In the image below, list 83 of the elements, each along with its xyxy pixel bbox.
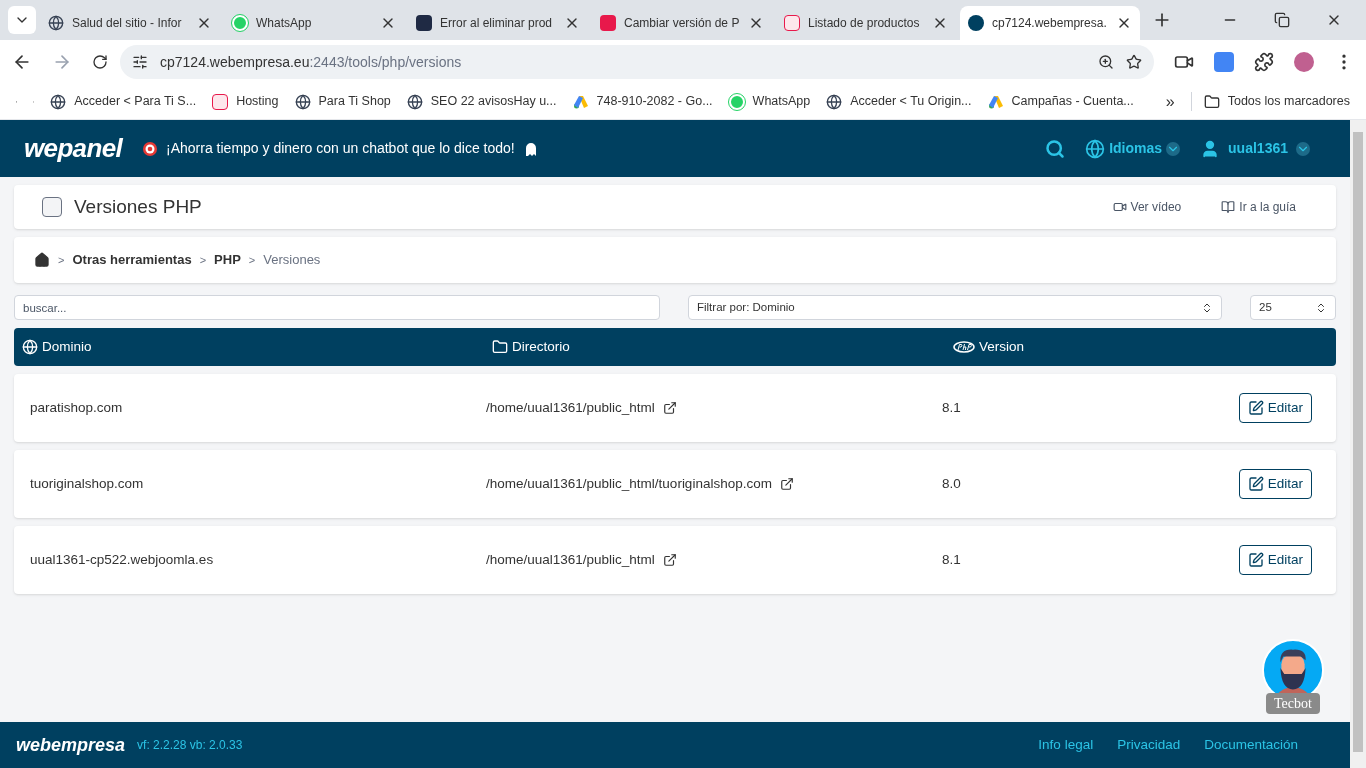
help-link[interactable]: Ver vídeo: [1112, 198, 1182, 216]
chevron-icon: [1296, 141, 1310, 156]
browser-tab[interactable]: Listado de productos: [776, 6, 956, 40]
version-cell-text: 8.1: [942, 398, 962, 417]
bookmark-item[interactable]: WhatsApp: [728, 92, 811, 111]
domain-cell-text: tuoriginalshop.com: [30, 474, 145, 493]
column-header: Version: [953, 336, 1328, 358]
webempresa-logo: webempresa: [16, 733, 126, 757]
edit-icon: [1247, 476, 1264, 492]
edit-icon: [1247, 552, 1264, 568]
footer-link[interactable]: Privacidad: [1117, 734, 1181, 756]
browser-tab[interactable]: WhatsApp: [224, 6, 404, 40]
footer-link[interactable]: Documentación: [1204, 734, 1298, 756]
php-logo-icon: [953, 341, 975, 353]
all-bookmarks-item[interactable]: Todos los marcadores: [1190, 92, 1350, 111]
filter-select[interactable]: Filtrar por: Dominio: [687, 295, 1223, 320]
chatbot-label: Tecbot: [1266, 693, 1320, 714]
external-link-icon[interactable]: [662, 553, 677, 567]
folder-icon: [1203, 93, 1220, 110]
scrollbar[interactable]: [1350, 120, 1366, 768]
search-field[interactable]: buscar...: [14, 295, 660, 320]
version-cell-text: 8.0: [942, 474, 962, 493]
more-bookmarks-button[interactable]: »: [1165, 89, 1175, 114]
triangle-logo-icon: [987, 93, 1004, 110]
user-menu[interactable]: uual1361: [1200, 138, 1310, 159]
edit-button[interactable]: Editar: [1238, 393, 1312, 423]
domain-cell-text: uual1361-cp522.webjoomla.es: [30, 550, 215, 569]
breadcrumb-current: Versiones: [263, 251, 321, 270]
page-size-select[interactable]: 25: [1250, 295, 1336, 320]
url-text: cp7124.webempresa.eu:2443/tools/php/versions: [160, 52, 463, 72]
browser-tab[interactable]: Salud del sitio - Infor: [40, 6, 220, 40]
browser-tab[interactable]: Cambiar versión de P: [592, 6, 772, 40]
external-link-icon[interactable]: [779, 477, 794, 491]
chevron-icon: [1166, 141, 1181, 156]
bookmark-item[interactable]: Para Ti Shop: [294, 92, 391, 111]
site-info-icon[interactable]: [132, 54, 148, 70]
promo-text[interactable]: ¡Ahorra tiempo y dinero con un chatbot que lo dice todo!: [166, 138, 515, 159]
bookmark-item[interactable]: Campañas - Cuenta...: [987, 92, 1134, 111]
bookmark-star-icon[interactable]: [1126, 54, 1142, 70]
breadcrumb-link[interactable]: Otras herramientas: [72, 250, 192, 270]
bookmark-item[interactable]: Acceder < Tu Origin...: [826, 92, 972, 111]
edit-icon: [1247, 400, 1264, 416]
bookmark-item[interactable]: SEO 22 avisosHay u...: [406, 92, 557, 111]
external-link-icon[interactable]: [662, 401, 677, 415]
home-icon[interactable]: [34, 252, 50, 268]
directory-cell-text: /home/uual1361/public_html: [486, 550, 655, 569]
page-title: Versiones PHP: [74, 194, 203, 219]
target-icon: [142, 140, 159, 157]
extensions-icon[interactable]: [1254, 52, 1274, 72]
languages-menu[interactable]: Idiomas: [1085, 138, 1181, 159]
bookmark-item[interactable]: Hosting: [212, 92, 279, 111]
reload-icon[interactable]: [92, 54, 108, 70]
select-arrows-icon: [1315, 301, 1327, 314]
browser-tab[interactable]: cp7124.webempresa.: [960, 6, 1140, 40]
book-icon: [1221, 200, 1236, 214]
column-header: Dominio: [22, 336, 492, 358]
directory-cell-text: /home/uual1361/public_html: [486, 398, 655, 417]
help-link[interactable]: Ir a la guía: [1221, 198, 1296, 216]
column-header: Directorio: [492, 336, 953, 358]
version-text: vf: 2.2.28 vb: 2.0.33: [137, 737, 244, 754]
wepanel-logo: wepanel: [24, 132, 123, 165]
zoom-icon[interactable]: [1098, 54, 1114, 70]
search-icon[interactable]: [1045, 138, 1066, 159]
triangle-logo-icon: [572, 93, 589, 110]
version-cell-text: 8.1: [942, 550, 962, 569]
edit-button[interactable]: Editar: [1238, 469, 1312, 499]
breadcrumb-link[interactable]: PHP: [214, 250, 241, 270]
address-bar[interactable]: cp7124.webempresa.eu:2443/tools/php/versions: [120, 45, 1154, 79]
edit-button[interactable]: Editar: [1238, 545, 1312, 575]
breadcrumb-separator: >: [199, 252, 207, 268]
profile-avatar-icon[interactable]: [1294, 52, 1314, 72]
breadcrumb-separator: >: [248, 252, 256, 268]
bookmark-item[interactable]: Acceder < Para Ti S...: [50, 92, 197, 111]
restore-icon[interactable]: [1274, 12, 1290, 28]
breadcrumb-separator: >: [58, 252, 65, 268]
domain-cell-text: paratishop.com: [30, 398, 124, 417]
bookmark-item[interactable]: 748-910-2082 - Go...: [572, 92, 713, 111]
browser-tab[interactable]: Error al eliminar prod: [408, 6, 588, 40]
directory-cell-text: /home/uual1361/public_html/tuoriginalshop.com: [486, 474, 772, 493]
tab-search-button[interactable]: [8, 6, 36, 34]
video-icon: [1112, 200, 1127, 214]
footer-link[interactable]: Info legal: [1038, 734, 1094, 756]
folder-icon: [492, 339, 508, 355]
